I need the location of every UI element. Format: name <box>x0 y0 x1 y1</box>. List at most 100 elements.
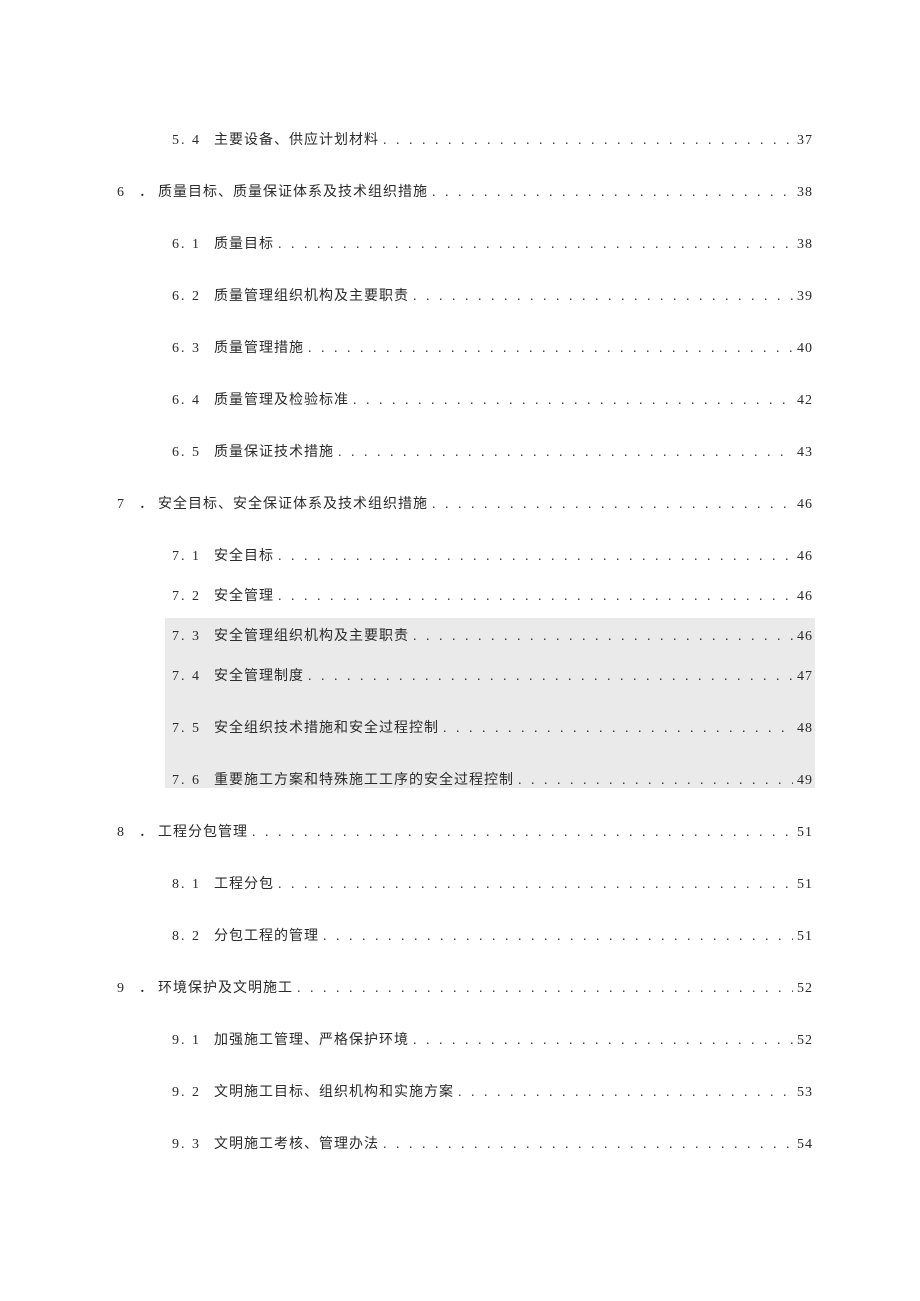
toc-page: 53 <box>793 1082 813 1104</box>
toc-number: 7 <box>117 494 131 516</box>
toc-entry-9-3: 9. 3 文明施工考核、管理办法 54 <box>117 1134 813 1156</box>
toc-leaders <box>409 286 793 308</box>
toc-leaders <box>304 338 793 360</box>
toc-leaders <box>409 1030 793 1052</box>
toc-title: 质量保证技术措施 <box>210 442 334 464</box>
toc-number: 6. 1 <box>172 234 210 256</box>
toc-page: 46 <box>793 494 813 516</box>
toc-title: 文明施工目标、组织机构和实施方案 <box>210 1082 454 1104</box>
toc-title: 工程分包 <box>210 874 274 896</box>
toc-number: 7. 5 <box>172 718 210 740</box>
toc-number: 8. 2 <box>172 926 210 948</box>
toc-title: 安全目标 <box>210 546 274 568</box>
toc-number: 9. 1 <box>172 1030 210 1052</box>
toc-number: 6. 5 <box>172 442 210 464</box>
toc-title: 安全管理制度 <box>210 666 304 688</box>
toc-number: 6. 4 <box>172 390 210 412</box>
toc-entry-7-1: 7. 1 安全目标 46 <box>117 546 813 568</box>
toc-title: 质量目标、质量保证体系及技术组织措施 <box>154 182 428 204</box>
toc-title: 工程分包管理 <box>154 822 248 844</box>
toc-title: 文明施工考核、管理办法 <box>210 1134 379 1156</box>
toc-page: 42 <box>793 390 813 412</box>
toc-page: 54 <box>793 1134 813 1156</box>
toc-chapter-9: 9 ． 环境保护及文明施工 52 <box>117 978 813 1000</box>
toc-leaders <box>304 666 793 688</box>
toc-page: 38 <box>793 234 813 256</box>
toc-page: 51 <box>793 926 813 948</box>
toc-leaders <box>274 234 793 256</box>
toc-entry-9-1: 9. 1 加强施工管理、严格保护环境 52 <box>117 1030 813 1052</box>
toc-number: 9. 2 <box>172 1082 210 1104</box>
toc-title: 安全组织技术措施和安全过程控制 <box>210 718 439 740</box>
toc-page: 51 <box>793 822 813 844</box>
toc-page: 46 <box>793 626 813 648</box>
toc-entry-6-5: 6. 5 质量保证技术措施 43 <box>117 442 813 464</box>
toc-title: 安全管理 <box>210 586 274 608</box>
toc-dot: ． <box>131 494 154 516</box>
toc-entry-5-4: 5. 4 主要设备、供应计划材料 37 <box>117 130 813 152</box>
toc-title: 质量管理及检验标准 <box>210 390 349 412</box>
toc-number: 7. 3 <box>172 626 210 648</box>
toc-leaders <box>379 1134 793 1156</box>
toc-number: 9 <box>117 978 131 1000</box>
toc-title: 主要设备、供应计划材料 <box>210 130 379 152</box>
toc-entry-8-2: 8. 2 分包工程的管理 51 <box>117 926 813 948</box>
toc-entry-7-4: 7. 4 安全管理制度 47 <box>117 666 813 688</box>
toc-leaders <box>274 874 793 896</box>
toc-page: 37 <box>793 130 813 152</box>
toc-title: 环境保护及文明施工 <box>154 978 293 1000</box>
toc-number: 8 <box>117 822 131 844</box>
toc-entry-6-1: 6. 1 质量目标 38 <box>117 234 813 256</box>
toc-entry-7-2: 7. 2 安全管理 46 <box>117 586 813 608</box>
toc-dot: ． <box>131 822 154 844</box>
toc-page: 52 <box>793 978 813 1000</box>
toc-title: 质量管理措施 <box>210 338 304 360</box>
toc-page: 48 <box>793 718 813 740</box>
toc-entry-6-3: 6. 3 质量管理措施 40 <box>117 338 813 360</box>
toc-page: 38 <box>793 182 813 204</box>
toc-number: 6 <box>117 182 131 204</box>
toc-leaders <box>409 626 793 648</box>
toc-leaders <box>274 586 793 608</box>
toc-number: 9. 3 <box>172 1134 210 1156</box>
toc-title: 重要施工方案和特殊施工工序的安全过程控制 <box>210 770 514 792</box>
toc-leaders <box>454 1082 793 1104</box>
toc-number: 6. 3 <box>172 338 210 360</box>
toc-chapter-6: 6 ． 质量目标、质量保证体系及技术组织措施 38 <box>117 182 813 204</box>
toc-leaders <box>439 718 793 740</box>
toc-chapter-7: 7 ． 安全目标、安全保证体系及技术组织措施 46 <box>117 494 813 516</box>
toc-page: 49 <box>793 770 813 792</box>
toc-page: 46 <box>793 586 813 608</box>
toc-title: 安全目标、安全保证体系及技术组织措施 <box>154 494 428 516</box>
toc-leaders <box>379 130 793 152</box>
toc-page: 40 <box>793 338 813 360</box>
toc-page: 39 <box>793 286 813 308</box>
toc-page: 51 <box>793 874 813 896</box>
toc-leaders <box>274 546 793 568</box>
toc-leaders <box>293 978 793 1000</box>
toc-number: 7. 4 <box>172 666 210 688</box>
toc-title: 分包工程的管理 <box>210 926 319 948</box>
toc-entry-6-2: 6. 2 质量管理组织机构及主要职责 39 <box>117 286 813 308</box>
toc-page: 46 <box>793 546 813 568</box>
toc-page: 52 <box>793 1030 813 1052</box>
toc-leaders <box>428 182 793 204</box>
toc-dot: ． <box>131 182 154 204</box>
toc-title: 质量管理组织机构及主要职责 <box>210 286 409 308</box>
table-of-contents: 5. 4 主要设备、供应计划材料 37 6 ． 质量目标、质量保证体系及技术组织… <box>117 130 813 1156</box>
toc-leaders <box>514 770 793 792</box>
toc-page: 47 <box>793 666 813 688</box>
toc-number: 7. 2 <box>172 586 210 608</box>
toc-number: 7. 6 <box>172 770 210 792</box>
toc-number: 7. 1 <box>172 546 210 568</box>
toc-entry-7-6: 7. 6 重要施工方案和特殊施工工序的安全过程控制 49 <box>117 770 813 792</box>
toc-leaders <box>349 390 793 412</box>
toc-number: 5. 4 <box>172 130 210 152</box>
toc-leaders <box>319 926 793 948</box>
toc-entry-9-2: 9. 2 文明施工目标、组织机构和实施方案 53 <box>117 1082 813 1104</box>
toc-title: 加强施工管理、严格保护环境 <box>210 1030 409 1052</box>
toc-leaders <box>428 494 793 516</box>
toc-title: 质量目标 <box>210 234 274 256</box>
toc-number: 8. 1 <box>172 874 210 896</box>
toc-entry-7-3: 7. 3 安全管理组织机构及主要职责 46 <box>117 626 813 648</box>
